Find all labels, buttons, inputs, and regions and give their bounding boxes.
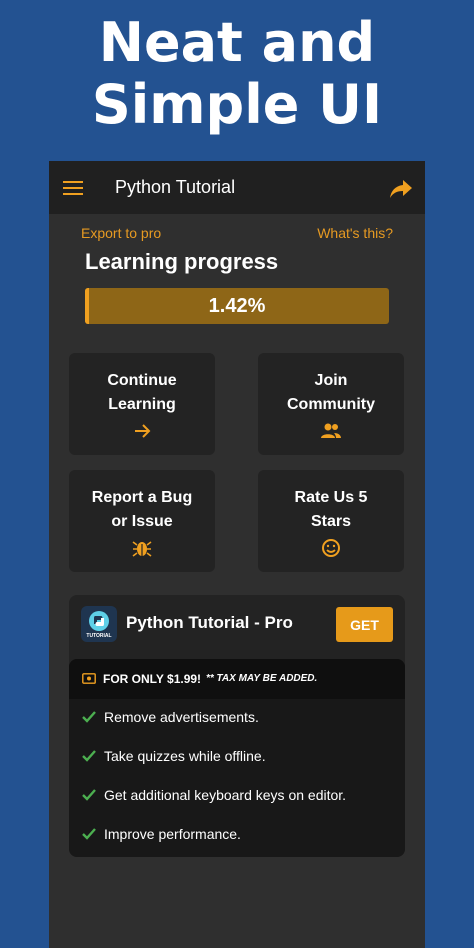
- feature-text: Take quizzes while offline.: [104, 748, 266, 764]
- feature-item: Get additional keyboard keys on editor.: [69, 784, 405, 808]
- learning-progress-title: Learning progress: [85, 249, 279, 274]
- phone-screen: Python Tutorial Export to pro What's thi…: [49, 161, 425, 948]
- progress-value: 1.42%: [208, 294, 266, 317]
- card-label: Report a Bug or Issue: [91, 489, 193, 530]
- card-label: Continue Learning: [107, 372, 177, 413]
- share-arrow-icon[interactable]: [389, 177, 413, 199]
- whats-this-link[interactable]: What's this?: [317, 225, 393, 241]
- feature-text: Improve performance.: [104, 826, 241, 842]
- smiley-icon: [322, 539, 340, 557]
- price-text: FOR ONLY $1.99!: [103, 672, 202, 686]
- check-icon: [82, 789, 96, 801]
- check-icon: [82, 828, 96, 840]
- feature-item: Improve performance.: [69, 823, 405, 847]
- people-icon: [321, 423, 341, 438]
- promo-line-1: Neat and: [98, 11, 376, 74]
- get-pro-button[interactable]: GET: [336, 607, 393, 642]
- pro-title: Python Tutorial - Pro: [126, 613, 293, 632]
- arrow-right-icon: [135, 424, 151, 438]
- continue-learning-card[interactable]: Continue Learning: [69, 353, 215, 455]
- pro-features-panel: FOR ONLY $1.99! ** TAX MAY BE ADDED. Rem…: [69, 659, 405, 857]
- money-icon: [82, 673, 96, 684]
- hamburger-menu-icon[interactable]: [63, 181, 83, 195]
- bug-icon: [132, 541, 152, 557]
- logo-text: TUTORIAL: [86, 633, 112, 639]
- export-to-pro-link[interactable]: Export to pro: [81, 225, 161, 241]
- learning-progress-bar: 1.42%: [85, 288, 389, 324]
- rate-us-card[interactable]: Rate Us 5 Stars: [258, 470, 404, 572]
- app-title: Python Tutorial: [115, 177, 236, 197]
- feature-text: Remove advertisements.: [104, 709, 259, 725]
- python-tutorial-logo: TUTORIAL: [81, 606, 117, 642]
- feature-text: Get additional keyboard keys on editor.: [104, 787, 347, 803]
- promo-headline: Neat and Simple UI: [0, 12, 474, 136]
- price-row: FOR ONLY $1.99! ** TAX MAY BE ADDED.: [69, 659, 405, 699]
- card-label: Join Community: [287, 372, 375, 413]
- tax-note: ** TAX MAY BE ADDED.: [206, 673, 318, 684]
- check-icon: [82, 711, 96, 723]
- feature-item: Take quizzes while offline.: [69, 745, 405, 769]
- promo-line-2: Simple UI: [91, 73, 383, 136]
- report-bug-card[interactable]: Report a Bug or Issue: [69, 470, 215, 572]
- join-community-card[interactable]: Join Community: [258, 353, 404, 455]
- pro-offer-panel: TUTORIAL Python Tutorial - Pro GET FOR O…: [69, 595, 405, 857]
- card-label: Rate Us 5 Stars: [294, 489, 368, 530]
- feature-item: Remove advertisements.: [69, 706, 405, 730]
- check-icon: [82, 750, 96, 762]
- app-bar: Python Tutorial: [49, 161, 425, 214]
